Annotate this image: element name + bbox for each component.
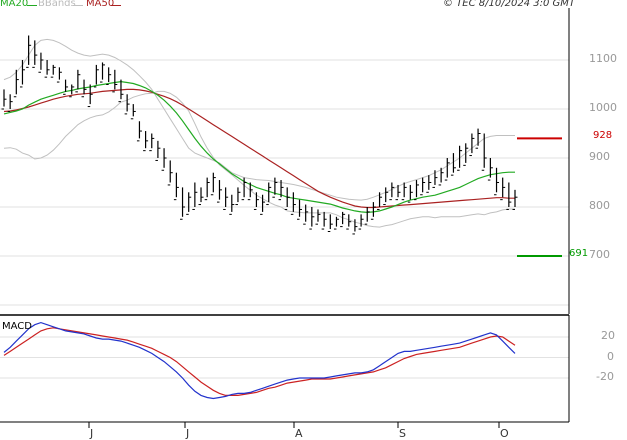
price-bar (216, 180, 222, 203)
price-bar (204, 177, 210, 201)
ma50-path (3, 88, 515, 209)
price-bar (106, 67, 112, 85)
x-tick-label: J (90, 427, 94, 440)
price-bar (130, 104, 136, 120)
price-bar (432, 170, 438, 188)
price-bar (180, 187, 186, 220)
price-bar (192, 182, 198, 210)
price-y-tick-label: 900 (589, 150, 610, 163)
legend-ma50-swatch (111, 5, 121, 6)
price-bar (173, 172, 179, 201)
price-bar (38, 52, 44, 73)
x-tick-label: O (500, 427, 509, 440)
price-y-tick-label: 800 (589, 199, 610, 212)
price-bar (506, 182, 512, 210)
macd-grid (0, 336, 569, 379)
price-bar (124, 94, 130, 115)
x-tick-label: A (295, 427, 303, 440)
price-bar (149, 133, 155, 152)
legend-ma20: MA20 (0, 0, 29, 9)
price-bar (229, 194, 235, 215)
legend-bbands-swatch (73, 5, 83, 6)
price-bar (450, 153, 456, 176)
price-bar (426, 175, 432, 193)
price-grid (0, 59, 569, 306)
price-bar (340, 211, 346, 228)
price-bar (100, 62, 106, 83)
price-bar (481, 133, 487, 171)
price-bar (364, 207, 370, 225)
legend-ma50: MA50 (86, 0, 115, 9)
price-y-tick-label: 1100 (589, 52, 617, 65)
price-bar (223, 187, 229, 210)
price-bar (93, 64, 99, 88)
price-bar (494, 167, 500, 196)
price-bar (327, 214, 333, 232)
price-bar (370, 202, 376, 220)
legend-ma20-swatch (27, 5, 37, 6)
price-bar (383, 187, 389, 206)
price-bar (186, 192, 192, 215)
price-y-tick-label: 700 (589, 248, 610, 261)
price-bar (161, 148, 167, 171)
price-bar (469, 133, 475, 157)
x-axis-ticks (88, 422, 500, 428)
ma50-line (3, 88, 515, 209)
price-bar (290, 192, 296, 215)
ma20-line (3, 80, 515, 214)
price-bar (1, 89, 7, 110)
macd-signal-path (3, 327, 516, 396)
x-tick-label: S (399, 427, 406, 440)
price-y-tick-label: 1000 (589, 101, 617, 114)
macd-title: MACD (2, 321, 32, 332)
macd-y-tick-label: 0 (607, 349, 614, 363)
macd-lines (3, 321, 516, 400)
price-bar (315, 209, 321, 225)
price-bar (420, 177, 426, 196)
price-bar (444, 158, 450, 181)
macd-y-tick-label: -20 (596, 370, 614, 383)
price-bar (389, 182, 395, 201)
x-tick-label: J (186, 427, 190, 440)
price-bar (198, 187, 204, 206)
price-bar (210, 172, 216, 196)
price-bar (44, 60, 50, 78)
price-bar (297, 199, 303, 220)
macd-main-path (3, 321, 516, 400)
price-bar (321, 211, 327, 230)
price-bar (500, 177, 506, 201)
level-label: 691 (569, 248, 589, 259)
price-bar (112, 69, 118, 93)
macd-y-tick-label: 20 (601, 329, 615, 342)
level-label: 928 (593, 130, 613, 142)
price-bar (50, 64, 56, 78)
price-bar (333, 216, 339, 230)
price-bar (358, 214, 364, 230)
price-bar (167, 160, 173, 186)
stock-chart (0, 8, 570, 428)
price-bar (19, 60, 25, 88)
level-lines (517, 137, 562, 257)
price-bar (401, 182, 407, 201)
ma20-path (3, 80, 515, 214)
bbands-upper-line (3, 38, 515, 201)
bbands-upper-path (3, 38, 515, 201)
price-bar (413, 180, 419, 201)
price-bar (309, 207, 315, 230)
price-bar (143, 131, 149, 152)
legend-bbands: BBands (38, 0, 76, 9)
price-bar (346, 214, 352, 230)
price-bar (284, 187, 290, 210)
price-bar (56, 67, 62, 83)
price-bar (136, 121, 142, 142)
price-bar (487, 158, 493, 181)
timestamp: © TEC 8/10/2024 3:0 GMT (443, 0, 575, 9)
price-bar (235, 187, 241, 206)
price-bars (1, 35, 518, 235)
